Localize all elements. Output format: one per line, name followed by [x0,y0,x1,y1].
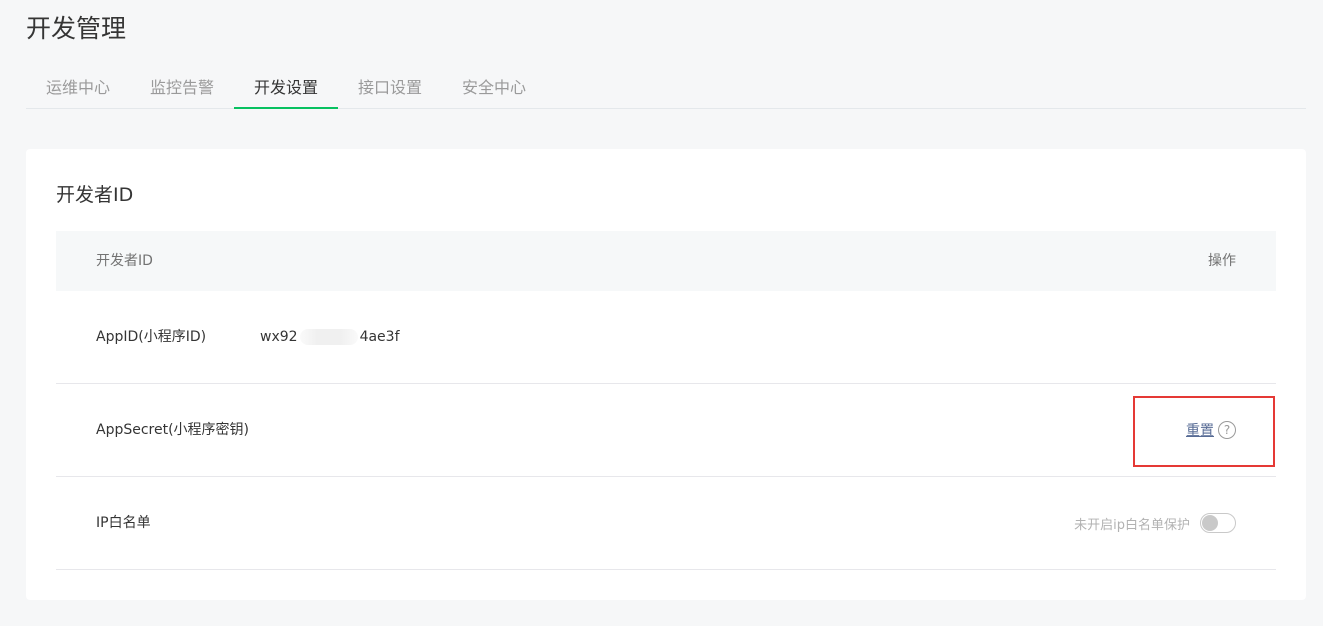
toggle-knob [1202,515,1218,531]
column-header-actions: 操作 [1208,253,1236,269]
question-circle-icon[interactable]: ? [1218,421,1236,439]
developer-id-card: 开发者ID 开发者ID 操作 AppID(小程序ID) wx92 4ae3f Ap… [26,149,1306,600]
appid-value-prefix: wx92 [260,329,298,345]
redaction-blur [299,329,358,345]
table-row-ip-whitelist: IP白名单 未开启ip白名单保护 [56,477,1276,570]
tab-bar: 运维中心 监控告警 开发设置 接口设置 安全中心 [26,70,1306,109]
tab-dev-settings[interactable]: 开发设置 [234,70,338,109]
appid-value: wx92 4ae3f [260,291,400,383]
page-title: 开发管理 [26,14,127,43]
appid-value-suffix: 4ae3f [359,329,400,345]
tab-monitoring-alerts[interactable]: 监控告警 [130,70,234,109]
ip-whitelist-toggle[interactable] [1200,513,1236,533]
tab-api-settings[interactable]: 接口设置 [338,70,442,109]
table-row-appsecret: AppSecret(小程序密钥) 重置 ? [56,384,1276,477]
tab-security-center[interactable]: 安全中心 [442,70,546,109]
ip-whitelist-status: 未开启ip白名单保护 [1074,517,1190,533]
ip-whitelist-label: IP白名单 [96,515,151,531]
appsecret-label: AppSecret(小程序密钥) [96,422,250,438]
appsecret-actions: 重置 ? [1186,384,1236,476]
table-row-appid: AppID(小程序ID) wx92 4ae3f [56,291,1276,384]
column-header-developer-id: 开发者ID [96,253,153,269]
dev-management-page: 开发管理 运维中心 监控告警 开发设置 接口设置 安全中心 开发者ID 开发者I… [0,0,1323,626]
appid-label: AppID(小程序ID) [96,329,207,345]
table-header: 开发者ID 操作 [56,231,1276,291]
tab-ops-center[interactable]: 运维中心 [26,70,130,109]
reset-secret-link[interactable]: 重置 [1186,420,1214,440]
ip-whitelist-controls: 未开启ip白名单保护 [1074,477,1236,569]
section-title: 开发者ID [56,184,134,206]
